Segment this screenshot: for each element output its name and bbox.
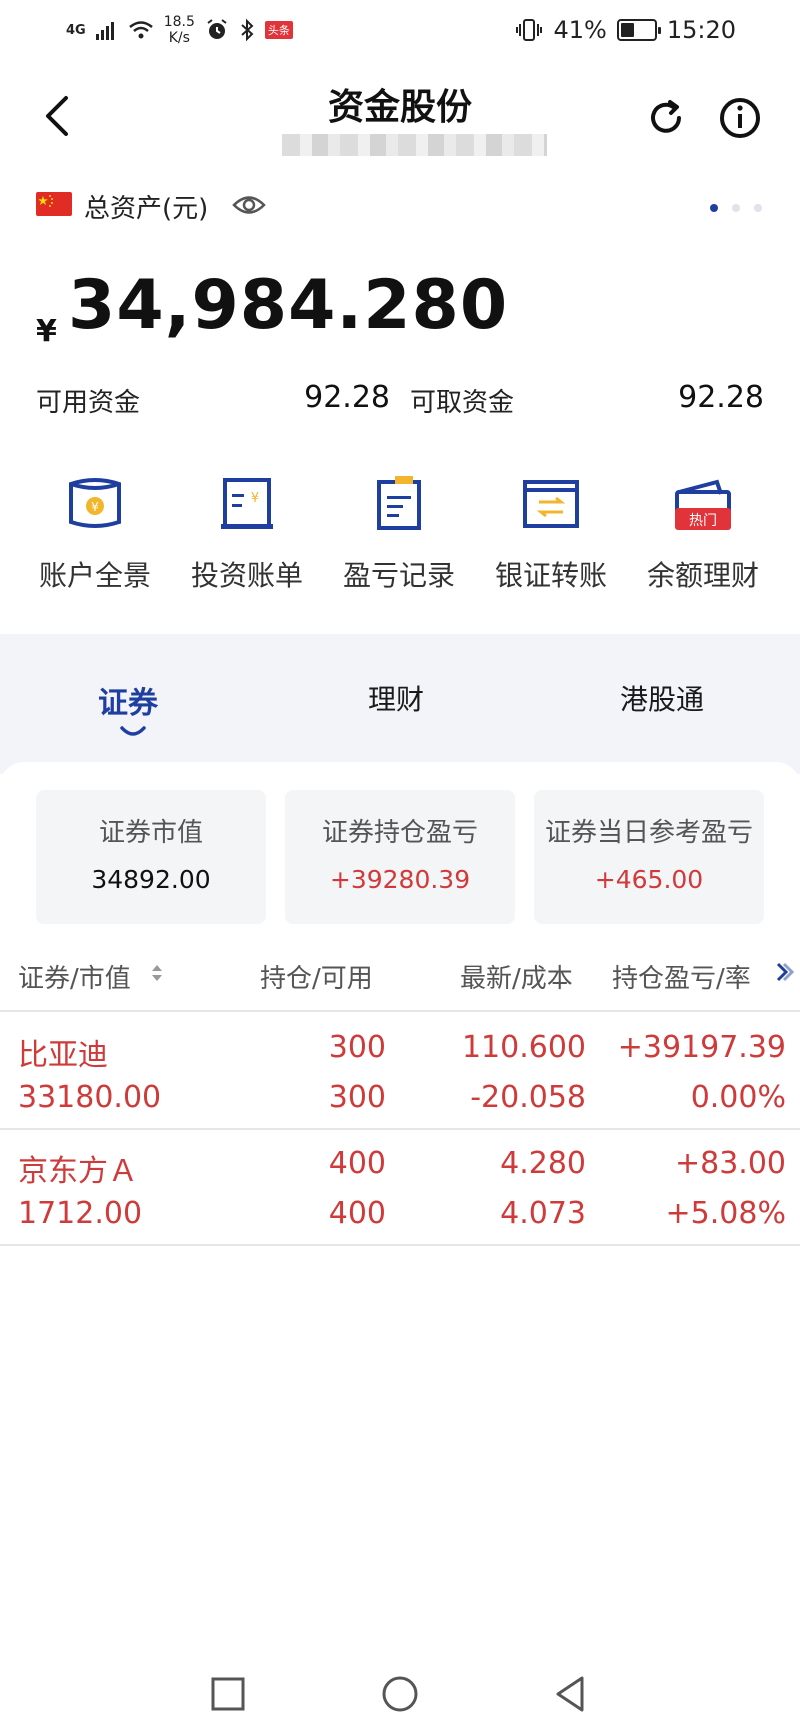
account-id-blurred	[282, 134, 547, 156]
latest-price: 110.600	[461, 1030, 586, 1065]
quick-action-label: 银证转账	[494, 559, 607, 592]
available-quantity: 400	[328, 1196, 386, 1231]
page-dot	[754, 204, 762, 212]
column-header-holding: 持仓/可用	[260, 964, 373, 994]
total-assets-value: 34,984.280	[68, 266, 509, 345]
stat-card-daily-pl: 证券当日参考盈亏 +465.00	[534, 790, 764, 924]
quick-action-balance-finance[interactable]: 热门 余额理财	[627, 464, 779, 614]
page-dot	[732, 204, 740, 212]
positions-panel: 证券市值 34892.00 证券持仓盈亏 +39280.39 证券当日参考盈亏 …	[0, 762, 800, 1662]
withdrawable-funds-value: 92.28	[678, 380, 764, 415]
security-market-value: 33180.00	[18, 1080, 162, 1115]
quick-actions: ¥ 账户全景 ¥ 投资账单 盈亏记录 银证转账 热门 余额理财	[0, 464, 800, 614]
page-indicator	[710, 204, 762, 212]
cost-price: 4.073	[500, 1196, 586, 1231]
stat-label: 证券持仓盈亏	[321, 818, 478, 848]
home-icon[interactable]	[380, 1674, 420, 1714]
speed-value: 18.5	[163, 14, 195, 30]
currency-symbol: ¥	[36, 314, 57, 349]
balance-finance-icon: 热门	[675, 479, 731, 530]
speed-unit: K/s	[168, 30, 190, 46]
alarm-icon	[207, 19, 227, 39]
tab-hk-connect[interactable]: 港股通	[620, 678, 704, 718]
active-tab-indicator	[120, 726, 146, 736]
holding-quantity: 400	[328, 1146, 386, 1181]
account-overview-icon: ¥	[69, 478, 121, 528]
quick-action-bank-transfer[interactable]: 银证转账	[475, 464, 627, 614]
latest-price: 4.280	[500, 1146, 586, 1181]
security-market-value: 1712.00	[18, 1196, 143, 1231]
vibrate-icon	[516, 19, 543, 41]
wifi-icon	[128, 21, 153, 39]
position-pl: +39197.39	[617, 1030, 786, 1065]
stat-label: 证券市值	[98, 818, 203, 848]
stat-card-position-pl: 证券持仓盈亏 +39280.39	[285, 790, 515, 924]
profit-record-icon	[377, 476, 421, 530]
quick-action-investment-bill[interactable]: ¥ 投资账单	[171, 464, 323, 614]
divider	[0, 1244, 800, 1246]
stat-card-market-value: 证券市值 34892.00	[36, 790, 266, 924]
tab-bar: 证券 理财 港股通	[0, 634, 800, 774]
signal-icon	[95, 22, 114, 40]
quick-action-profit-record[interactable]: 盈亏记录	[323, 464, 475, 614]
battery-fill	[620, 23, 634, 37]
holding-quantity: 300	[328, 1030, 386, 1065]
stat-value: +465.00	[594, 865, 704, 894]
asset-card: 总资产(元) ¥ 34,984.280 可用资金 92.28 可取资金 92.2…	[0, 174, 800, 634]
bluetooth-icon	[241, 18, 254, 42]
hot-badge: 热门	[689, 513, 717, 529]
quick-action-label: 盈亏记录	[342, 559, 455, 592]
column-header-security[interactable]: 证券/市值	[18, 958, 131, 995]
battery-icon	[616, 19, 661, 41]
news-app-badge: 头条	[264, 21, 293, 39]
position-pl-rate: +5.08%	[665, 1196, 786, 1231]
scroll-right-icon[interactable]	[772, 960, 796, 984]
quick-action-label: 投资账单	[190, 559, 303, 592]
system-nav-bar	[0, 1660, 800, 1733]
security-name: 京东方Ａ	[18, 1154, 138, 1189]
refresh-icon[interactable]	[646, 98, 686, 138]
svg-text:¥: ¥	[251, 491, 259, 506]
status-bar: 4G 18.5 K/s 头条 41% 15:20	[0, 0, 800, 64]
investment-bill-icon: ¥	[221, 478, 273, 529]
column-header-price: 最新/成本	[460, 964, 573, 994]
quick-action-label: 账户全景	[38, 559, 151, 592]
recent-apps-icon[interactable]	[208, 1674, 248, 1714]
app-header: 资金股份	[0, 64, 800, 174]
table-row[interactable]: 比亚迪 33180.00 300 300 110.600 -20.058 +39…	[0, 1012, 800, 1128]
svg-text:¥: ¥	[91, 500, 99, 514]
china-flag-icon	[36, 192, 72, 216]
back-nav-icon[interactable]	[550, 1674, 590, 1714]
bank-transfer-icon	[523, 480, 579, 528]
available-funds-value: 92.28	[304, 380, 390, 415]
sort-icon[interactable]	[150, 962, 164, 984]
available-quantity: 300	[328, 1080, 386, 1115]
tab-securities[interactable]: 证券	[98, 678, 158, 722]
position-pl-rate: 0.00%	[690, 1080, 786, 1115]
total-assets-label: 总资产(元)	[84, 194, 209, 224]
cost-price: -20.058	[470, 1080, 586, 1115]
stat-label: 证券当日参考盈亏	[544, 818, 753, 848]
clock: 15:20	[666, 16, 736, 44]
page-dot	[710, 204, 718, 212]
column-header-pl: 持仓盈亏/率	[612, 964, 751, 994]
eye-icon[interactable]	[232, 192, 266, 218]
withdrawable-funds-label: 可取资金	[410, 388, 515, 418]
position-pl: +83.00	[674, 1146, 786, 1181]
quick-action-label: 余额理财	[646, 559, 759, 592]
table-row[interactable]: 京东方Ａ 1712.00 400 400 4.280 4.073 +83.00 …	[0, 1130, 800, 1246]
network-label: 4G	[66, 22, 86, 38]
status-right: 41% 15:20	[515, 16, 736, 44]
available-funds-label: 可用资金	[36, 388, 141, 418]
info-icon[interactable]	[718, 96, 762, 140]
security-name: 比亚迪	[18, 1038, 108, 1073]
tab-wealth-management[interactable]: 理财	[368, 678, 424, 718]
quick-action-account-overview[interactable]: ¥ 账户全景	[19, 464, 171, 614]
battery-percent: 41%	[553, 16, 607, 44]
stat-value: +39280.39	[329, 865, 471, 894]
stat-value: 34892.00	[91, 865, 211, 894]
network-speed: 18.5 K/s	[164, 14, 195, 46]
status-left: 4G 18.5 K/s 头条	[66, 14, 293, 46]
